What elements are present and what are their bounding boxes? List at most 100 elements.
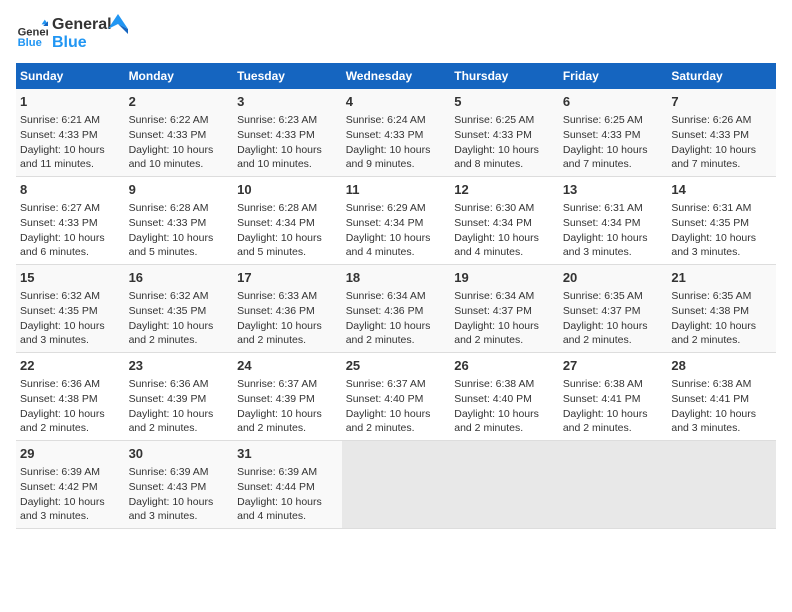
day-info: Sunrise: 6:34 AMSunset: 4:36 PMDaylight:… <box>346 289 447 348</box>
day-info: Sunrise: 6:35 AMSunset: 4:38 PMDaylight:… <box>671 289 772 348</box>
day-number: 21 <box>671 269 772 287</box>
calendar-week-row: 22 Sunrise: 6:36 AMSunset: 4:38 PMDayligh… <box>16 353 776 441</box>
day-info: Sunrise: 6:28 AMSunset: 4:34 PMDaylight:… <box>237 201 338 260</box>
day-info: Sunrise: 6:38 AMSunset: 4:40 PMDaylight:… <box>454 377 555 436</box>
day-number: 1 <box>20 93 121 111</box>
page-header: General Blue General Blue <box>16 16 776 51</box>
day-info: Sunrise: 6:32 AMSunset: 4:35 PMDaylight:… <box>20 289 121 348</box>
day-number: 27 <box>563 357 664 375</box>
calendar-cell: 24 Sunrise: 6:37 AMSunset: 4:39 PMDayligh… <box>233 353 342 441</box>
day-number: 6 <box>563 93 664 111</box>
day-info: Sunrise: 6:23 AMSunset: 4:33 PMDaylight:… <box>237 113 338 172</box>
col-header-wednesday: Wednesday <box>342 63 451 89</box>
day-info: Sunrise: 6:24 AMSunset: 4:33 PMDaylight:… <box>346 113 447 172</box>
day-number: 30 <box>129 445 230 463</box>
calendar-cell: 2 Sunrise: 6:22 AMSunset: 4:33 PMDaylight… <box>125 89 234 176</box>
day-number: 25 <box>346 357 447 375</box>
day-number: 9 <box>129 181 230 199</box>
logo-text-general: General <box>52 16 112 34</box>
calendar-cell: 3 Sunrise: 6:23 AMSunset: 4:33 PMDaylight… <box>233 89 342 176</box>
day-number: 20 <box>563 269 664 287</box>
day-number: 23 <box>129 357 230 375</box>
day-info: Sunrise: 6:30 AMSunset: 4:34 PMDaylight:… <box>454 201 555 260</box>
day-info: Sunrise: 6:38 AMSunset: 4:41 PMDaylight:… <box>563 377 664 436</box>
day-info: Sunrise: 6:31 AMSunset: 4:35 PMDaylight:… <box>671 201 772 260</box>
day-number: 18 <box>346 269 447 287</box>
calendar-cell: 16 Sunrise: 6:32 AMSunset: 4:35 PMDayligh… <box>125 265 234 353</box>
day-number: 4 <box>346 93 447 111</box>
day-info: Sunrise: 6:39 AMSunset: 4:42 PMDaylight:… <box>20 465 121 524</box>
day-number: 13 <box>563 181 664 199</box>
calendar-cell: 29 Sunrise: 6:39 AMSunset: 4:42 PMDayligh… <box>16 440 125 528</box>
day-info: Sunrise: 6:36 AMSunset: 4:38 PMDaylight:… <box>20 377 121 436</box>
calendar-cell: 15 Sunrise: 6:32 AMSunset: 4:35 PMDayligh… <box>16 265 125 353</box>
calendar-cell <box>667 440 776 528</box>
calendar-cell: 17Sunrise: 6:33 AMSunset: 4:36 PMDayligh… <box>233 265 342 353</box>
day-info: Sunrise: 6:35 AMSunset: 4:37 PMDaylight:… <box>563 289 664 348</box>
calendar-cell: 19Sunrise: 6:34 AMSunset: 4:37 PMDayligh… <box>450 265 559 353</box>
calendar-cell: 27 Sunrise: 6:38 AMSunset: 4:41 PMDayligh… <box>559 353 668 441</box>
day-number: 10 <box>237 181 338 199</box>
calendar-cell: 25 Sunrise: 6:37 AMSunset: 4:40 PMDayligh… <box>342 353 451 441</box>
day-info: Sunrise: 6:39 AMSunset: 4:44 PMDaylight:… <box>237 465 338 524</box>
col-header-saturday: Saturday <box>667 63 776 89</box>
day-number: 24 <box>237 357 338 375</box>
calendar-cell <box>450 440 559 528</box>
day-number: 26 <box>454 357 555 375</box>
calendar-cell: 11Sunrise: 6:29 AMSunset: 4:34 PMDayligh… <box>342 177 451 265</box>
calendar-week-row: 15 Sunrise: 6:32 AMSunset: 4:35 PMDayligh… <box>16 265 776 353</box>
calendar-cell: 1 Sunrise: 6:21 AMSunset: 4:33 PMDaylight… <box>16 89 125 176</box>
day-number: 3 <box>237 93 338 111</box>
calendar-cell: 13 Sunrise: 6:31 AMSunset: 4:34 PMDayligh… <box>559 177 668 265</box>
day-number: 12 <box>454 181 555 199</box>
calendar-week-row: 1 Sunrise: 6:21 AMSunset: 4:33 PMDaylight… <box>16 89 776 176</box>
day-number: 17 <box>237 269 338 287</box>
day-info: Sunrise: 6:37 AMSunset: 4:40 PMDaylight:… <box>346 377 447 436</box>
calendar-cell: 18 Sunrise: 6:34 AMSunset: 4:36 PMDayligh… <box>342 265 451 353</box>
svg-text:Blue: Blue <box>18 37 42 49</box>
col-header-sunday: Sunday <box>16 63 125 89</box>
logo-icon: General Blue <box>16 18 48 50</box>
calendar-cell: 22 Sunrise: 6:36 AMSunset: 4:38 PMDayligh… <box>16 353 125 441</box>
day-number: 29 <box>20 445 121 463</box>
day-info: Sunrise: 6:25 AMSunset: 4:33 PMDaylight:… <box>454 113 555 172</box>
col-header-monday: Monday <box>125 63 234 89</box>
day-number: 22 <box>20 357 121 375</box>
day-number: 2 <box>129 93 230 111</box>
calendar-cell: 5Sunrise: 6:25 AMSunset: 4:33 PMDaylight… <box>450 89 559 176</box>
day-info: Sunrise: 6:37 AMSunset: 4:39 PMDaylight:… <box>237 377 338 436</box>
day-info: Sunrise: 6:22 AMSunset: 4:33 PMDaylight:… <box>129 113 230 172</box>
day-info: Sunrise: 6:31 AMSunset: 4:34 PMDaylight:… <box>563 201 664 260</box>
calendar-cell: 31 Sunrise: 6:39 AMSunset: 4:44 PMDayligh… <box>233 440 342 528</box>
calendar-cell: 30Sunrise: 6:39 AMSunset: 4:43 PMDayligh… <box>125 440 234 528</box>
day-info: Sunrise: 6:34 AMSunset: 4:37 PMDaylight:… <box>454 289 555 348</box>
day-number: 8 <box>20 181 121 199</box>
logo-text-blue: Blue <box>52 34 112 52</box>
col-header-tuesday: Tuesday <box>233 63 342 89</box>
calendar-cell: 12 Sunrise: 6:30 AMSunset: 4:34 PMDayligh… <box>450 177 559 265</box>
day-info: Sunrise: 6:32 AMSunset: 4:35 PMDaylight:… <box>129 289 230 348</box>
day-info: Sunrise: 6:38 AMSunset: 4:41 PMDaylight:… <box>671 377 772 436</box>
day-info: Sunrise: 6:36 AMSunset: 4:39 PMDaylight:… <box>129 377 230 436</box>
calendar-cell: 10 Sunrise: 6:28 AMSunset: 4:34 PMDayligh… <box>233 177 342 265</box>
day-number: 15 <box>20 269 121 287</box>
day-info: Sunrise: 6:21 AMSunset: 4:33 PMDaylight:… <box>20 113 121 172</box>
day-number: 28 <box>671 357 772 375</box>
calendar-cell: 9Sunrise: 6:28 AMSunset: 4:33 PMDaylight… <box>125 177 234 265</box>
calendar-cell <box>559 440 668 528</box>
day-number: 16 <box>129 269 230 287</box>
calendar-cell: 23 Sunrise: 6:36 AMSunset: 4:39 PMDayligh… <box>125 353 234 441</box>
day-info: Sunrise: 6:25 AMSunset: 4:33 PMDaylight:… <box>563 113 664 172</box>
calendar-header-row: SundayMondayTuesdayWednesdayThursdayFrid… <box>16 63 776 89</box>
logo: General Blue General Blue <box>16 16 128 51</box>
logo-bird-icon <box>108 14 128 44</box>
day-number: 11 <box>346 181 447 199</box>
day-info: Sunrise: 6:26 AMSunset: 4:33 PMDaylight:… <box>671 113 772 172</box>
calendar-week-row: 29 Sunrise: 6:39 AMSunset: 4:42 PMDayligh… <box>16 440 776 528</box>
day-number: 31 <box>237 445 338 463</box>
calendar-cell: 20 Sunrise: 6:35 AMSunset: 4:37 PMDayligh… <box>559 265 668 353</box>
calendar-cell: 4 Sunrise: 6:24 AMSunset: 4:33 PMDaylight… <box>342 89 451 176</box>
calendar-cell: 26 Sunrise: 6:38 AMSunset: 4:40 PMDayligh… <box>450 353 559 441</box>
calendar-week-row: 8 Sunrise: 6:27 AMSunset: 4:33 PMDaylight… <box>16 177 776 265</box>
day-info: Sunrise: 6:27 AMSunset: 4:33 PMDaylight:… <box>20 201 121 260</box>
